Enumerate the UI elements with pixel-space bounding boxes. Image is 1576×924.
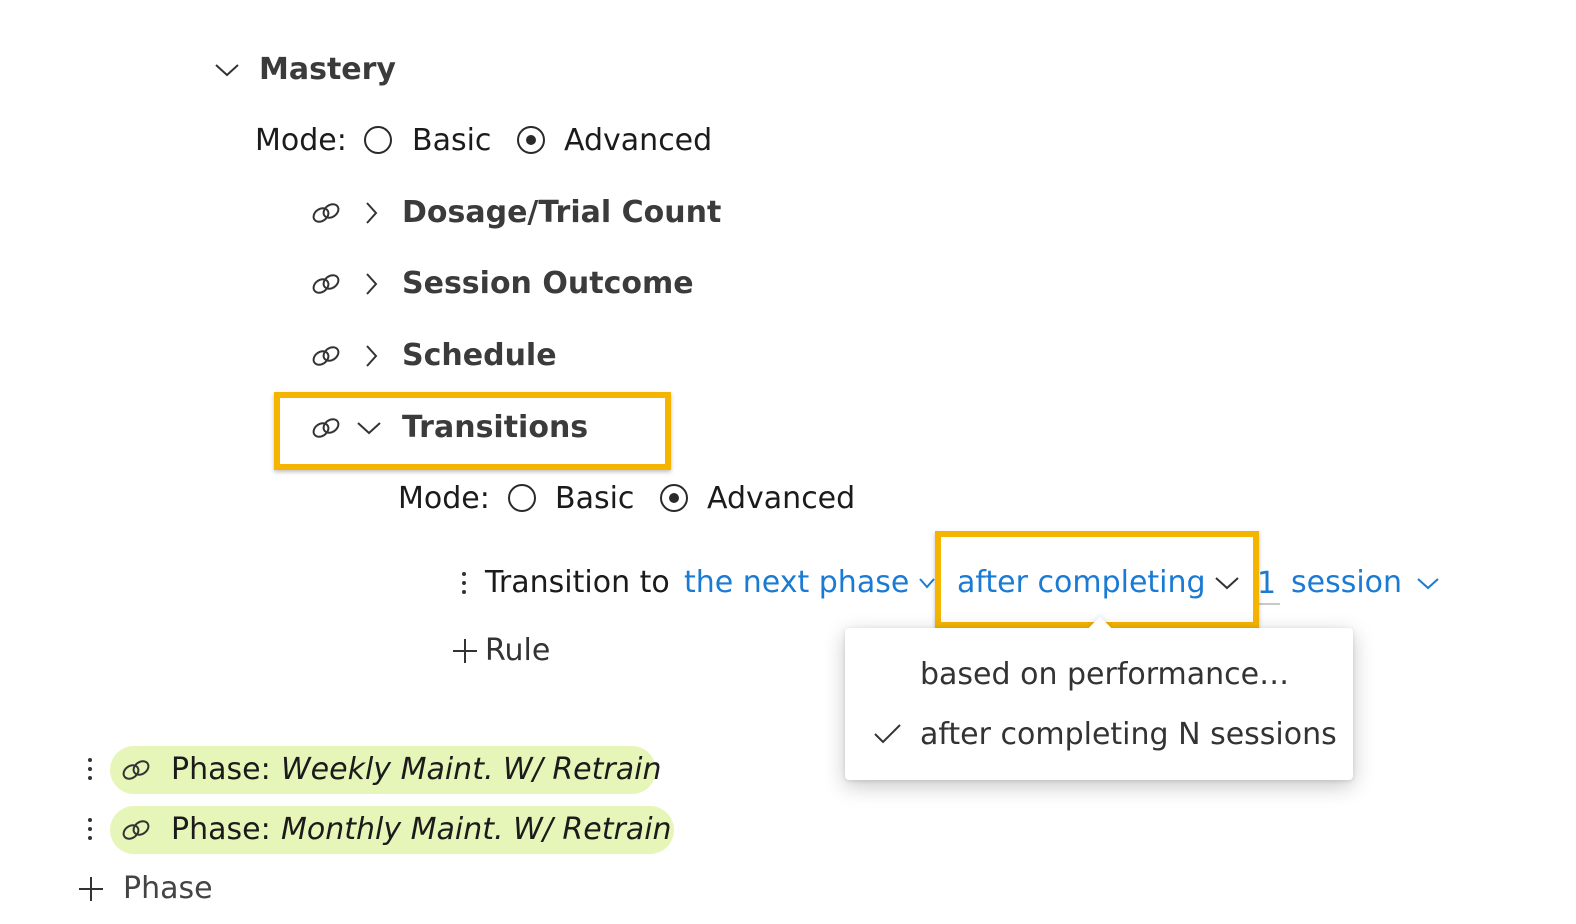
check-icon — [873, 722, 903, 746]
drag-handle-icon[interactable] — [88, 758, 92, 785]
transitions-mode-label: Mode: — [398, 481, 490, 516]
link-icon[interactable] — [310, 271, 342, 297]
transitions-mode-advanced-label[interactable]: Advanced — [707, 481, 855, 517]
transitions-mode-basic-label[interactable]: Basic — [555, 481, 634, 517]
phase-prefix: Phase: — [171, 812, 271, 847]
chevron-right-icon[interactable] — [362, 200, 380, 226]
transitions-mode-basic-radio[interactable] — [508, 484, 536, 512]
chevron-right-icon[interactable] — [362, 271, 380, 297]
link-icon[interactable] — [120, 817, 152, 843]
mode-basic-radio[interactable] — [364, 126, 392, 154]
chevron-down-icon[interactable] — [1416, 574, 1440, 592]
rule-prefix: Transition to — [485, 565, 670, 600]
menu-item-based-on-performance[interactable]: based on performance… — [920, 657, 1289, 693]
mode-basic-label[interactable]: Basic — [412, 123, 491, 159]
chevron-down-icon[interactable] — [918, 574, 936, 592]
section-label[interactable]: Dosage/Trial Count — [402, 195, 721, 231]
add-phase-label[interactable]: Phase — [123, 871, 213, 907]
mode-advanced-label[interactable]: Advanced — [564, 123, 712, 159]
phase-name: Monthly Maint. W/ Retrain — [281, 812, 672, 847]
count-input-underline — [1256, 603, 1280, 605]
phase-name: Weekly Maint. W/ Retrain — [281, 752, 662, 787]
mastery-title: Mastery — [259, 52, 396, 87]
phase-prefix: Phase: — [171, 752, 271, 787]
mastery-collapse-toggle[interactable] — [214, 60, 240, 80]
mode-advanced-radio[interactable] — [517, 126, 545, 154]
section-label[interactable]: Session Outcome — [402, 266, 694, 302]
plus-icon[interactable] — [78, 876, 104, 902]
highlight-box-transitions — [274, 392, 671, 470]
add-rule-label[interactable]: Rule — [485, 633, 550, 669]
plus-icon[interactable] — [452, 638, 478, 664]
rule-target-dropdown[interactable]: the next phase — [684, 565, 909, 601]
link-icon[interactable] — [120, 757, 152, 783]
phase-chip[interactable]: Phase: Monthly Maint. W/ Retrain — [110, 806, 674, 854]
phase-chip[interactable]: Phase: Weekly Maint. W/ Retrain — [110, 746, 661, 794]
condition-dropdown-menu: based on performance… after completing N… — [845, 616, 1353, 780]
transitions-mode-advanced-radio[interactable] — [660, 484, 688, 512]
chevron-down-icon — [215, 64, 239, 77]
mode-label: Mode: — [255, 123, 347, 158]
section-label[interactable]: Schedule — [402, 338, 557, 374]
menu-item-after-completing-n-sessions[interactable]: after completing N sessions — [920, 717, 1337, 753]
link-icon[interactable] — [310, 343, 342, 369]
highlight-box-condition — [935, 531, 1259, 628]
rule-unit-dropdown[interactable]: session — [1291, 565, 1402, 601]
rule-count-input[interactable]: 1 — [1257, 566, 1276, 602]
drag-handle-icon[interactable] — [88, 818, 92, 845]
link-icon[interactable] — [310, 200, 342, 226]
drag-handle-icon[interactable] — [462, 572, 466, 599]
chevron-right-icon[interactable] — [362, 343, 380, 369]
